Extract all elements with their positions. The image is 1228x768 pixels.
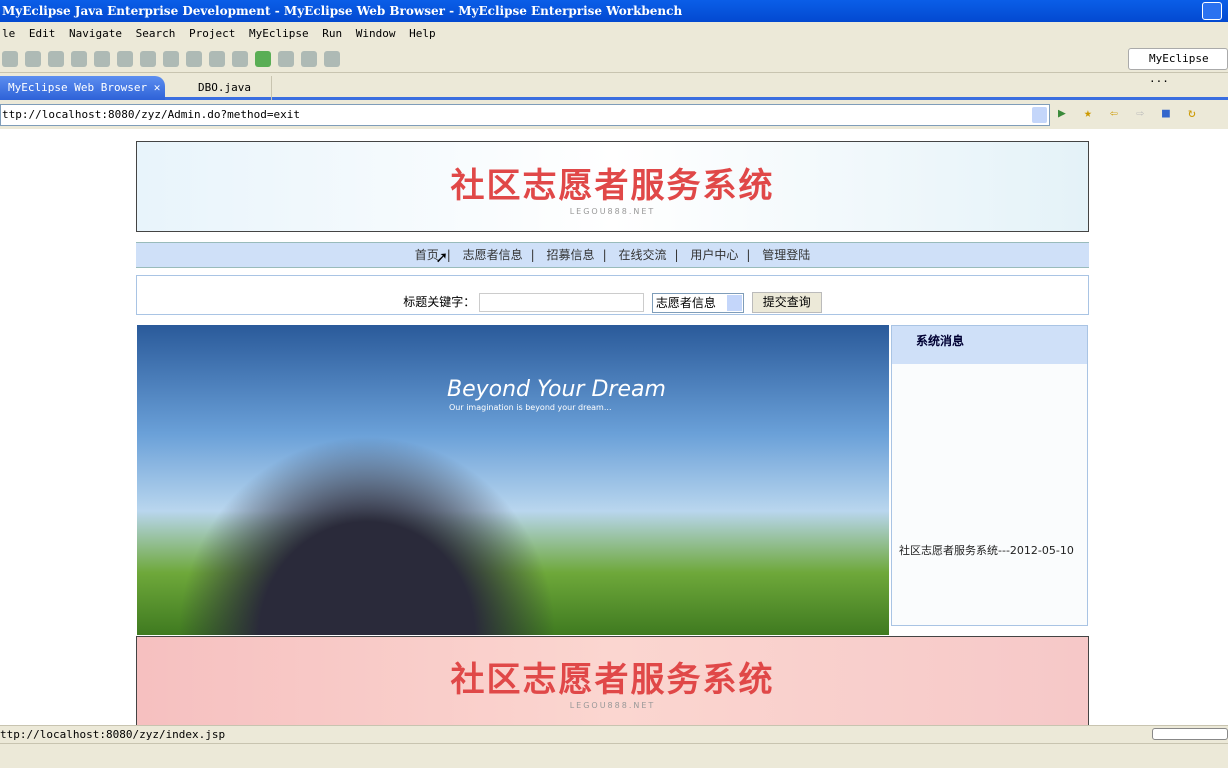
tab-dbo-java[interactable]: DBO.java: [172, 76, 272, 100]
header-banner: 社区志愿者服务系统 LEGOU888.NET: [136, 141, 1089, 232]
server-icon[interactable]: [117, 50, 133, 67]
menu-file[interactable]: le: [0, 27, 15, 40]
message-item[interactable]: 社区志愿者服务系统---2012-05-10: [899, 542, 1074, 558]
select-value: 志愿者信息: [655, 295, 716, 310]
menu-bar: le Edit Navigate Search Project MyEclips…: [0, 22, 1228, 45]
hero-subtitle: Our imagination is beyond your dream...: [449, 403, 612, 412]
address-bar[interactable]: ttp://localhost:8080/zyz/Admin.do?method…: [0, 104, 1050, 126]
save-icon[interactable]: [25, 50, 41, 67]
tab-label: MyEclipse Web Browser: [8, 81, 148, 94]
hero-title: Beyond Your Dream: [447, 377, 666, 402]
tab-label: DBO.java: [198, 81, 251, 94]
external-tools-icon[interactable]: [278, 50, 294, 67]
menu-search[interactable]: Search: [134, 27, 176, 40]
perspective-switcher[interactable]: MyEclipse ...: [1128, 48, 1228, 85]
go-icon[interactable]: ▶: [1058, 106, 1074, 122]
menu-window[interactable]: Window: [354, 27, 396, 40]
url-text: ttp://localhost:8080/zyz/Admin.do?method…: [2, 108, 301, 121]
chevron-down-icon[interactable]: [1032, 107, 1047, 123]
browser-content: 社区志愿者服务系统 LEGOU888.NET 首页 | 志愿者信息 | 招募信息 | …: [0, 129, 1228, 725]
banner-subtitle: LEGOU888.NET: [569, 206, 656, 216]
wizard-icon[interactable]: [186, 50, 202, 67]
toolbar: [0, 45, 1228, 73]
browser-nav: ▶ ★ ⇦ ⇨ ■ ↻: [1058, 106, 1204, 122]
category-select[interactable]: 志愿者信息: [651, 292, 744, 313]
menu-project[interactable]: Project: [187, 27, 235, 40]
search-icon[interactable]: [163, 50, 179, 67]
window-title-bar: MyEclipse Java Enterprise Development - …: [0, 0, 1228, 22]
globe-icon[interactable]: [209, 50, 225, 67]
panel-title: 系统消息: [892, 326, 1087, 364]
new-icon[interactable]: [2, 50, 18, 67]
favorites-icon[interactable]: ★: [1084, 106, 1100, 122]
search-form: 标题关键字： 志愿者信息 提交查询: [136, 275, 1089, 315]
package-icon[interactable]: [71, 50, 87, 67]
search-label: 标题关键字：: [403, 295, 476, 309]
print-icon[interactable]: [48, 50, 64, 67]
nav-recruit[interactable]: 招募信息: [547, 248, 595, 262]
deploy-icon[interactable]: [140, 50, 156, 67]
close-icon[interactable]: ✕: [154, 81, 161, 94]
back-icon[interactable]: [301, 50, 317, 67]
workbench-status-bar: [0, 743, 1228, 768]
forward-icon[interactable]: ⇨: [1136, 106, 1152, 122]
banner-title: 社区志愿者服务系统: [450, 165, 775, 206]
main-nav: 首页 | 志愿者信息 | 招募信息 | 在线交流 | 用户中心 | 管理登陆: [136, 242, 1089, 268]
menu-run[interactable]: Run: [320, 27, 342, 40]
tab-web-browser[interactable]: MyEclipse Web Browser ✕: [0, 76, 165, 100]
menu-myeclipse[interactable]: MyEclipse: [247, 27, 309, 40]
menu-navigate[interactable]: Navigate: [67, 27, 122, 40]
footer-subtitle: LEGOU888.NET: [569, 701, 656, 710]
forward-icon[interactable]: [324, 50, 340, 67]
nav-user-center[interactable]: 用户中心: [690, 248, 738, 262]
keyword-input[interactable]: [479, 293, 645, 312]
nav-forum[interactable]: 在线交流: [618, 248, 666, 262]
debug-icon[interactable]: [94, 50, 110, 67]
submit-button[interactable]: 提交查询: [751, 292, 822, 313]
system-messages-panel: 系统消息 社区志愿者服务系统---2012-05-10: [891, 325, 1088, 626]
footer-banner: 社区志愿者服务系统 LEGOU888.NET: [136, 636, 1089, 725]
open-icon[interactable]: [232, 50, 248, 67]
progress-scrollbar[interactable]: [1152, 728, 1228, 740]
nav-admin-login[interactable]: 管理登陆: [762, 248, 810, 262]
editor-tabs: MyEclipse Web Browser ✕ DBO.java: [0, 76, 1228, 100]
status-bar: ttp://localhost:8080/zyz/index.jsp: [0, 725, 1228, 743]
menu-edit[interactable]: Edit: [27, 27, 56, 40]
nav-volunteers[interactable]: 志愿者信息: [463, 248, 523, 262]
status-text: ttp://localhost:8080/zyz/index.jsp: [0, 728, 226, 741]
students-photo: [177, 435, 557, 635]
minimize-button[interactable]: [1202, 2, 1222, 20]
run-icon[interactable]: [255, 50, 271, 67]
hero-image: Beyond Your Dream Our imagination is bey…: [137, 325, 889, 635]
footer-title: 社区志愿者服务系统: [450, 660, 775, 700]
menu-help[interactable]: Help: [407, 27, 436, 40]
stop-icon[interactable]: ■: [1162, 106, 1178, 122]
window-title: MyEclipse Java Enterprise Development - …: [2, 4, 683, 18]
chevron-down-icon: [726, 294, 742, 311]
mouse-cursor-icon: ➚: [436, 248, 447, 269]
refresh-icon[interactable]: ↻: [1188, 106, 1204, 122]
back-icon[interactable]: ⇦: [1110, 106, 1126, 122]
